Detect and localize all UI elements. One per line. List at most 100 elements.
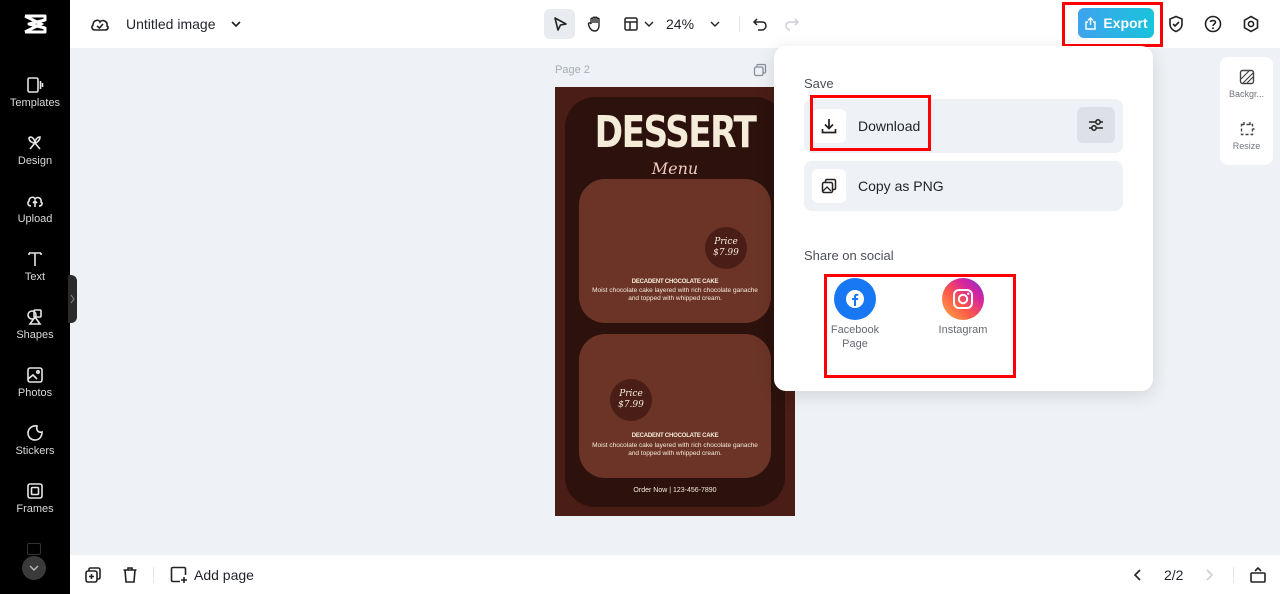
price-label: Price (714, 237, 738, 248)
zoom-dropdown[interactable]: 24% (666, 9, 736, 39)
redo-button[interactable] (780, 9, 804, 39)
capcut-logo[interactable] (0, 0, 70, 48)
frames-icon (27, 482, 43, 499)
background-button[interactable]: Backgr... (1220, 69, 1273, 99)
sidebar-item-text[interactable]: Text (0, 240, 70, 292)
capcut-logo-icon (24, 14, 47, 34)
sidebar-item-label: Design (17, 154, 53, 167)
item-name: DECADENT CHOCOLATE CAKE (631, 279, 719, 285)
chevron-down-icon (644, 21, 653, 27)
menu-item-card[interactable]: Price $7.99 DECADENT CHOCOLATE CAKE Mois… (579, 334, 771, 478)
export-label: Export (1103, 15, 1148, 31)
help-button[interactable] (1201, 9, 1225, 39)
copy-page-icon (753, 63, 767, 77)
add-page-button[interactable]: Add page (170, 555, 254, 594)
duplicate-page-button[interactable] (753, 63, 767, 82)
bottom-bar: Add page 2/2 (70, 555, 1280, 594)
prev-page-button[interactable] (1133, 555, 1143, 594)
design-canvas[interactable]: DESSERT Menu Price $7.99 DECADENT CHOCOL… (555, 87, 795, 516)
copy-png-option[interactable]: Copy as PNG (804, 161, 1123, 211)
sidebar-item-photos[interactable]: Photos (0, 356, 70, 408)
background-icon (1239, 69, 1254, 85)
page-manager-button[interactable] (1249, 555, 1267, 594)
add-page-label: Add page (194, 566, 254, 583)
left-sidebar: Templates Design Upload Text Shapes Phot… (0, 0, 70, 594)
pointer-icon (553, 17, 567, 31)
settings-button[interactable] (1239, 9, 1263, 39)
download-label: Download (858, 118, 921, 134)
resize-label: Resize (1232, 141, 1261, 151)
resize-button[interactable]: Resize (1220, 121, 1273, 151)
sidebar-item-shapes[interactable]: Shapes (0, 298, 70, 350)
instagram-label: Instagram (938, 324, 988, 336)
share-upload-icon (1085, 16, 1097, 30)
chevron-right-icon (70, 294, 75, 304)
sidebar-item-design[interactable]: Design (0, 124, 70, 176)
poster-subtitle[interactable]: Menu (555, 159, 795, 178)
delete-page-button[interactable] (122, 555, 138, 594)
right-tool-panel: Backgr... Resize (1220, 57, 1273, 165)
order-contact: Order Now | 123-456-7890 (633, 487, 717, 494)
zoom-value: 24% (666, 16, 695, 32)
price-badge[interactable]: Price $7.99 (610, 379, 652, 421)
price-value: $7.99 (618, 400, 644, 410)
export-button[interactable]: Export (1078, 8, 1154, 38)
undo-icon (752, 18, 767, 31)
price-label: Price (619, 389, 643, 400)
share-section-title: Share on social (804, 248, 894, 263)
copy-image-icon (821, 178, 837, 194)
sliders-icon (1089, 119, 1103, 131)
duplicate-icon (85, 566, 101, 583)
save-section-title: Save (804, 76, 834, 91)
bottom-divider (1233, 567, 1234, 583)
top-bar: Untitled image 24% Export (70, 0, 1280, 48)
copy-icon-wrap (812, 169, 846, 203)
sidebar-item-label: Upload (17, 212, 53, 225)
chevron-down-icon (29, 565, 39, 571)
chevron-left-icon (1133, 568, 1141, 581)
sidebar-item-upload[interactable]: Upload (0, 182, 70, 234)
undo-button[interactable] (748, 9, 772, 39)
menu-item-card[interactable]: Price $7.99 DECADENT CHOCOLATE CAKE Mois… (579, 179, 771, 323)
security-button[interactable] (1164, 9, 1188, 39)
copy-png-label: Copy as PNG (858, 178, 944, 194)
page-indicator: 2/2 (1164, 555, 1183, 594)
stickers-icon (27, 424, 43, 441)
poster-title[interactable]: DESSERT (581, 111, 768, 155)
collapse-panel-handle[interactable] (68, 275, 77, 323)
trash-icon (123, 566, 137, 583)
document-title[interactable]: Untitled image (126, 16, 216, 32)
sidebar-item-frames[interactable]: Frames (0, 472, 70, 524)
sidebar-item-label: Frames (16, 502, 54, 515)
hand-tool-button[interactable] (580, 9, 610, 39)
facebook-label: Facebook Page (830, 324, 880, 350)
add-page-icon (170, 566, 187, 583)
download-option[interactable]: Download (804, 99, 1123, 153)
share-instagram-button[interactable]: Instagram (923, 278, 1003, 338)
price-badge[interactable]: Price $7.99 (705, 227, 747, 269)
gear-icon (1243, 15, 1259, 33)
templates-icon (27, 76, 44, 93)
duplicate-page-button[interactable] (84, 555, 102, 594)
select-tool-button[interactable] (544, 9, 575, 39)
chevron-right-icon (1206, 568, 1214, 581)
redo-icon (785, 18, 800, 31)
layout-menu-button[interactable] (618, 9, 658, 39)
sidebar-item-templates[interactable]: Templates (0, 66, 70, 118)
next-page-button[interactable] (1204, 555, 1214, 594)
item-name: DECADENT CHOCOLATE CAKE (631, 433, 719, 439)
share-facebook-button[interactable]: Facebook Page (815, 278, 895, 352)
sidebar-item-label: Shapes (16, 328, 54, 341)
upload-cloud-icon (27, 195, 43, 207)
item-description: Moist chocolate cake layered with rich c… (592, 442, 758, 457)
download-icon-wrap (812, 109, 846, 143)
sidebar-item-stickers[interactable]: Stickers (0, 414, 70, 466)
chevron-down-icon[interactable] (230, 20, 242, 28)
page-indicator-text: 2/2 (1164, 566, 1184, 583)
photos-icon (27, 366, 43, 383)
shield-check-icon (1169, 15, 1183, 33)
sidebar-more-button[interactable] (22, 556, 46, 580)
download-settings-button[interactable] (1077, 107, 1115, 143)
more-apps-icon (27, 543, 41, 555)
instagram-icon (942, 278, 984, 320)
